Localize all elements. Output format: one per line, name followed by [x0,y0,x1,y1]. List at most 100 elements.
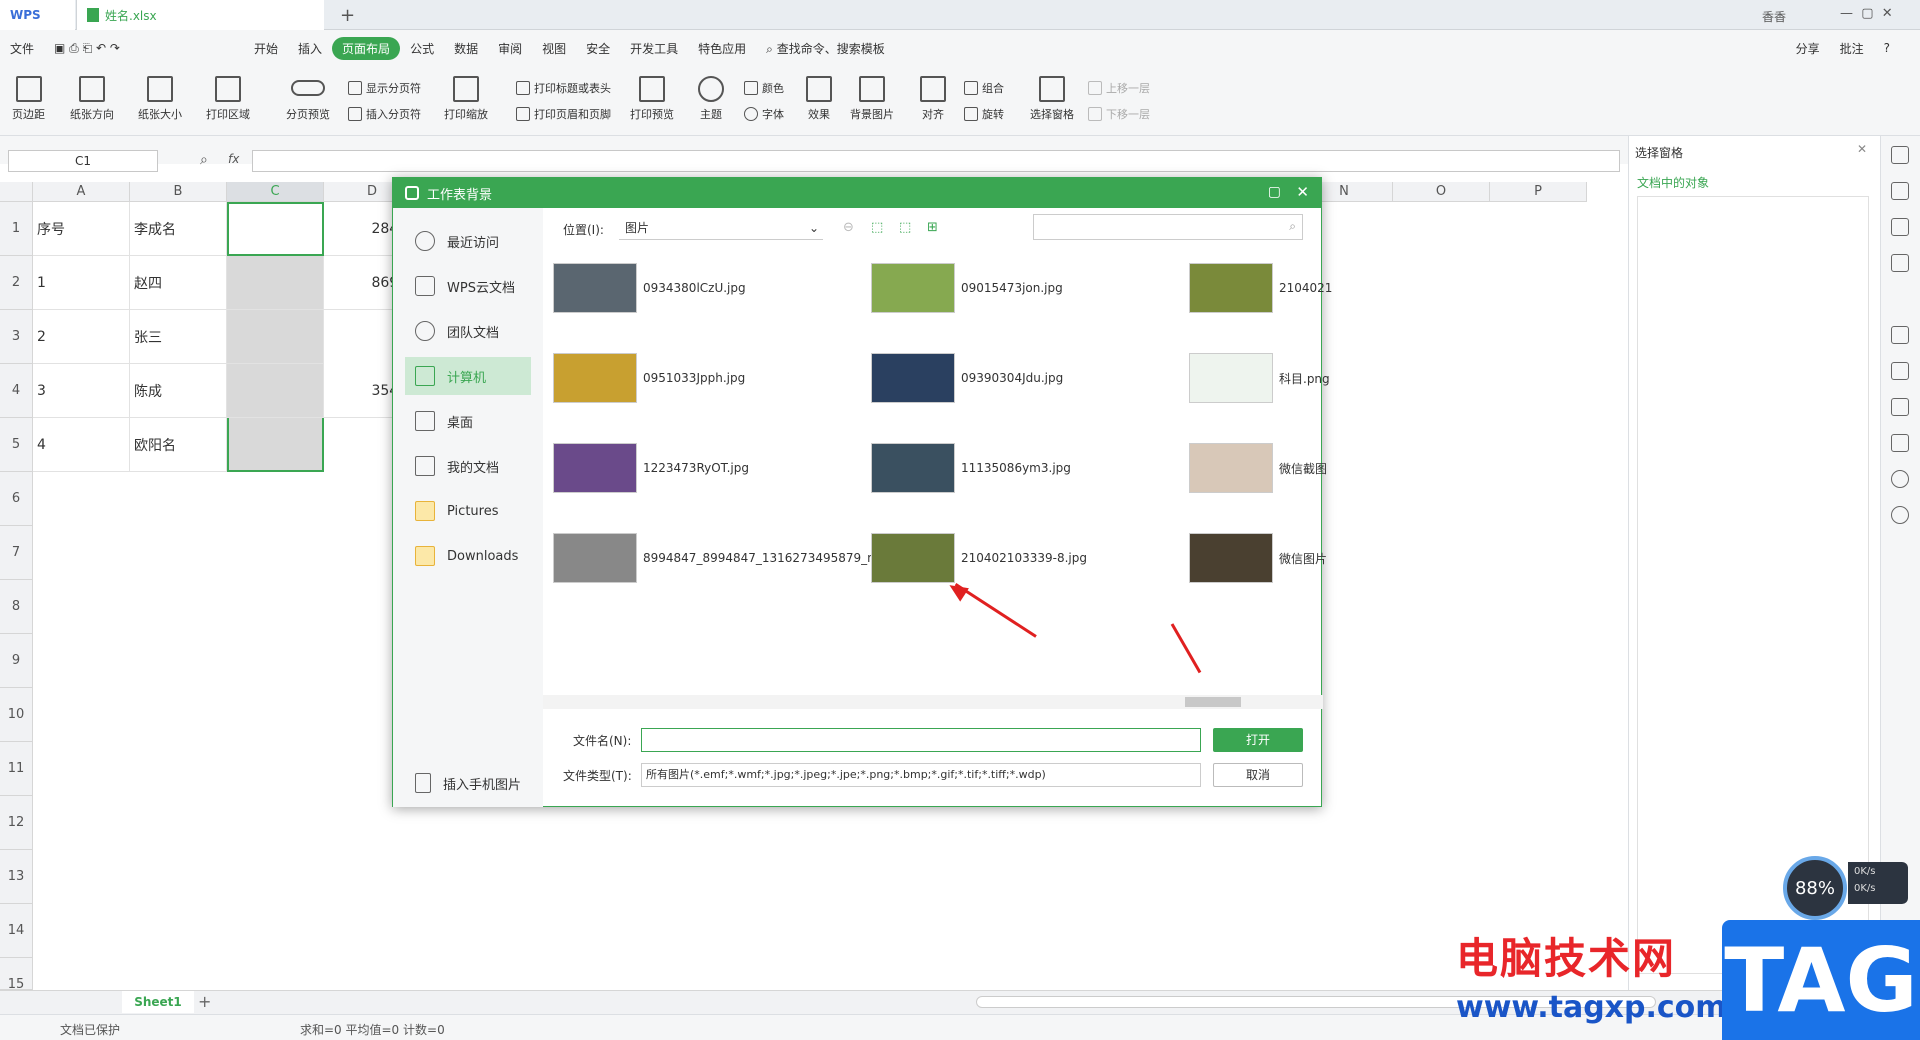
file-item[interactable]: 微信截图 [1189,443,1327,493]
row-header-1[interactable]: 1 [0,202,33,256]
background-image-button[interactable]: 背景图片 [850,76,894,122]
nav-computer[interactable]: 计算机 [405,357,531,395]
orientation-button[interactable]: 纸张方向 [70,76,114,122]
nav-desktop[interactable]: 桌面 [405,402,531,440]
col-header-b[interactable]: B [130,182,227,202]
cancel-button[interactable]: 取消 [1213,763,1303,787]
zoom-icon[interactable]: ⌕ [200,152,208,168]
new-tab-button[interactable]: + [340,5,355,26]
menu-view[interactable]: 视图 [532,40,576,57]
nav-team-docs[interactable]: 团队文档 [405,312,531,350]
window-controls[interactable]: — ▢ ✕ [1840,6,1893,21]
file-list-scrollbar[interactable] [543,695,1323,709]
align-button[interactable]: 对齐 [920,76,946,122]
page-break-preview-button[interactable]: 分页预览 [286,76,330,122]
cell-b2[interactable]: 赵四 [130,256,227,310]
col-header-o[interactable]: O [1393,182,1490,202]
pane-title[interactable]: 选择窗格 [1635,144,1683,161]
cell-b5[interactable]: 欧阳名 [130,418,227,472]
row-header-7[interactable]: 7 [0,526,33,580]
show-page-break-checkbox[interactable]: 显示分页符 [348,80,421,96]
col-header-p[interactable]: P [1490,182,1587,202]
cell-a3[interactable]: 2 [33,310,130,364]
row-header-11[interactable]: 11 [0,742,33,796]
file-item[interactable]: 09390304Jdu.jpg [871,353,1063,403]
close-icon[interactable]: ✕ [1857,142,1867,156]
color-button[interactable]: 颜色 [744,80,784,96]
menu-page-layout[interactable]: 页面布局 [332,36,401,60]
nav-my-documents[interactable]: 我的文档 [405,447,531,485]
menu-home[interactable]: 开始 [244,40,288,57]
search-input[interactable]: ⌕ [1033,214,1303,240]
style-icon[interactable] [1891,218,1909,236]
file-item[interactable]: 09015473jon.jpg [871,263,1063,313]
col-header-c[interactable]: C [227,182,324,202]
protect-status[interactable]: 文档已保护 [60,1021,120,1038]
share-button[interactable]: 分享 [1786,40,1830,57]
fx-label[interactable]: fx [228,152,239,166]
print-header-footer-button[interactable]: 打印页眉和页脚 [516,106,611,122]
archive-icon[interactable] [1891,362,1909,380]
menu-developer[interactable]: 开发工具 [620,40,688,57]
cell-a2[interactable]: 1 [33,256,130,310]
print-title-button[interactable]: 打印标题或表头 [516,80,611,96]
row-header-10[interactable]: 10 [0,688,33,742]
file-item[interactable]: 210402103339-8.jpg [871,533,1087,583]
history-icon[interactable] [1891,470,1909,488]
row-header-12[interactable]: 12 [0,796,33,850]
close-icon[interactable]: ✕ [1296,183,1309,201]
cell-a4[interactable]: 3 [33,364,130,418]
nav-pictures[interactable]: Pictures [405,492,531,530]
menu-insert[interactable]: 插入 [288,40,332,57]
row-header-2[interactable]: 2 [0,256,33,310]
cell-b1[interactable]: 李成名 [130,202,227,256]
add-sheet-button[interactable]: + [198,992,211,1011]
cell-b3[interactable]: 张三 [130,310,227,364]
picture-icon[interactable] [1891,398,1909,416]
name-box[interactable]: C1 [8,150,158,172]
row-header-9[interactable]: 9 [0,634,33,688]
rotate-button[interactable]: 旋转 [964,106,1004,122]
send-backward-button[interactable]: 下移一层 [1088,106,1150,122]
formula-input[interactable] [252,150,1620,172]
scroll-thumb[interactable] [1185,697,1241,707]
select-all-corner[interactable] [0,182,33,202]
selection-pane-button[interactable]: 选择窗格 [1030,76,1074,122]
row-header-13[interactable]: 13 [0,850,33,904]
insert-phone-image[interactable]: 插入手机图片 [405,764,531,802]
pointer-icon[interactable] [1891,146,1909,164]
cell-c3[interactable] [227,310,324,364]
menu-data[interactable]: 数据 [444,40,488,57]
font-button[interactable]: 字体 [744,106,784,122]
print-area-button[interactable]: 打印区域 [206,76,250,122]
file-item[interactable]: 微信图片 [1189,533,1327,583]
comment-button[interactable]: 批注 [1830,40,1874,57]
nav-recent[interactable]: 最近访问 [405,222,531,260]
open-button[interactable]: 打开 [1213,728,1303,752]
file-item[interactable]: 0951033Jpph.jpg [553,353,745,403]
table-icon[interactable] [1891,254,1909,272]
sheet-tab-sheet1[interactable]: Sheet1 [122,991,194,1013]
row-header-5[interactable]: 5 [0,418,33,472]
tab-wps[interactable]: WPS [0,0,75,30]
user-name[interactable]: 香香 [1762,8,1786,25]
nav-downloads[interactable]: Downloads [405,537,531,575]
filename-input[interactable] [641,728,1201,752]
new-folder-icon[interactable]: ⬚ [899,220,911,235]
file-item[interactable]: 科目.png [1189,353,1330,403]
margin-button[interactable]: 页边距 [12,76,45,122]
row-header-6[interactable]: 6 [0,472,33,526]
up-folder-icon[interactable]: ⬚ [871,220,883,235]
effects-button[interactable]: 效果 [806,76,832,122]
insert-page-break-button[interactable]: 插入分页符 [348,106,421,122]
tab-file[interactable]: 姓名.xlsx [76,0,324,30]
file-item[interactable]: 11135086ym3.jpg [871,443,1071,493]
record-icon[interactable] [1891,434,1909,452]
bring-forward-button[interactable]: 上移一层 [1088,80,1150,96]
cell-b4[interactable]: 陈成 [130,364,227,418]
file-menu[interactable]: 文件 [0,40,44,57]
search-commands[interactable]: ⌕ 查找命令、搜索模板 [756,40,895,57]
menu-formula[interactable]: 公式 [400,40,444,57]
cell-c5[interactable] [227,418,324,472]
file-item[interactable]: 2104021 [1189,263,1332,313]
